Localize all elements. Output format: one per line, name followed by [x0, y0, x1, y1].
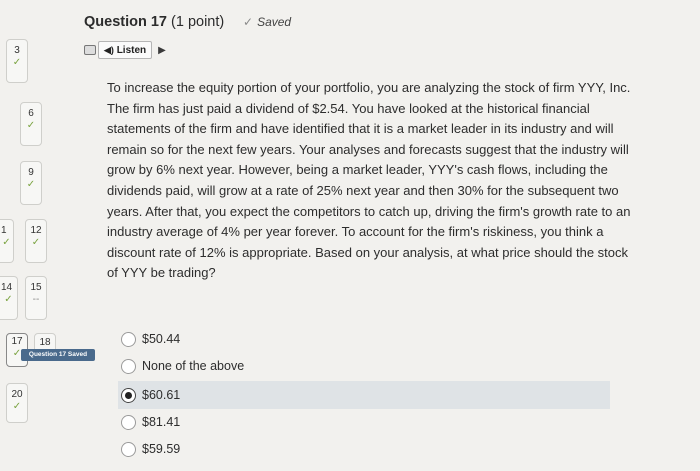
- nav-number: 18: [39, 337, 51, 348]
- nav-question-6[interactable]: 6 ✓: [20, 102, 42, 146]
- speaker-icon: ◀): [104, 45, 114, 55]
- option-label: $60.61: [142, 388, 181, 402]
- question-text: To increase the equity portion of your p…: [107, 80, 631, 281]
- check-icon: ✓: [12, 57, 22, 68]
- question-title: Question 17 (1 point): [84, 14, 224, 30]
- check-icon: ✓: [4, 294, 13, 305]
- nav-number: 9: [28, 167, 34, 178]
- saved-label: Saved: [257, 15, 292, 29]
- nav-number: 15: [30, 282, 42, 293]
- check-icon: ✓: [26, 179, 36, 190]
- nav-number: 14: [1, 282, 13, 293]
- option-label: None of the above: [142, 359, 245, 373]
- saved-tooltip: Question 17 Saved: [21, 349, 95, 361]
- radio-button[interactable]: [121, 441, 136, 457]
- answer-option-selected[interactable]: $60.61: [118, 381, 610, 409]
- nav-number: 6: [28, 108, 34, 119]
- answer-option[interactable]: $59.59: [118, 436, 608, 462]
- answer-option[interactable]: $81.41: [118, 409, 608, 435]
- nav-question-20[interactable]: 20 ✓: [6, 383, 28, 423]
- radio-button-checked[interactable]: [121, 387, 136, 403]
- check-icon: ✓: [31, 237, 41, 248]
- check-icon: ✓: [26, 120, 36, 131]
- option-label: $50.44: [142, 332, 181, 346]
- listen-label: Listen: [116, 45, 147, 56]
- check-icon: ✓: [243, 15, 254, 29]
- unanswered-marker: --: [32, 294, 40, 305]
- listen-button[interactable]: ◀) Listen: [98, 41, 153, 59]
- play-icon[interactable]: ▶: [158, 45, 166, 56]
- nav-question-3[interactable]: 3 ✓: [6, 39, 28, 83]
- check-icon: ✓: [2, 237, 11, 248]
- nav-question-11[interactable]: 1 ✓: [0, 219, 14, 263]
- listen-control[interactable]: ◀) Listen ▶: [84, 41, 184, 59]
- check-icon: ✓: [12, 401, 22, 412]
- nav-number: 3: [14, 45, 20, 56]
- option-label: $59.59: [142, 442, 181, 456]
- question-points: (1 point): [171, 14, 225, 30]
- answer-option[interactable]: $50.44: [118, 326, 608, 352]
- nav-question-15[interactable]: 15 --: [25, 276, 47, 320]
- question-number: Question 17: [84, 14, 167, 30]
- nav-number: 1: [1, 225, 7, 236]
- saved-status: ✓ Saved: [243, 15, 291, 29]
- nav-question-9[interactable]: 9 ✓: [20, 161, 42, 205]
- nav-number: 20: [11, 389, 23, 400]
- reader-icon: [84, 45, 96, 55]
- nav-number: 12: [30, 225, 42, 236]
- nav-question-12[interactable]: 12 ✓: [25, 219, 47, 263]
- radio-button[interactable]: [121, 414, 136, 430]
- radio-button[interactable]: [121, 358, 136, 374]
- nav-number: 17: [11, 336, 23, 347]
- option-label: $81.41: [142, 415, 181, 429]
- radio-button[interactable]: [121, 331, 136, 347]
- radio-dot: [125, 391, 132, 399]
- nav-question-14[interactable]: 14 ✓: [0, 276, 18, 320]
- answer-option[interactable]: None of the above: [118, 353, 608, 379]
